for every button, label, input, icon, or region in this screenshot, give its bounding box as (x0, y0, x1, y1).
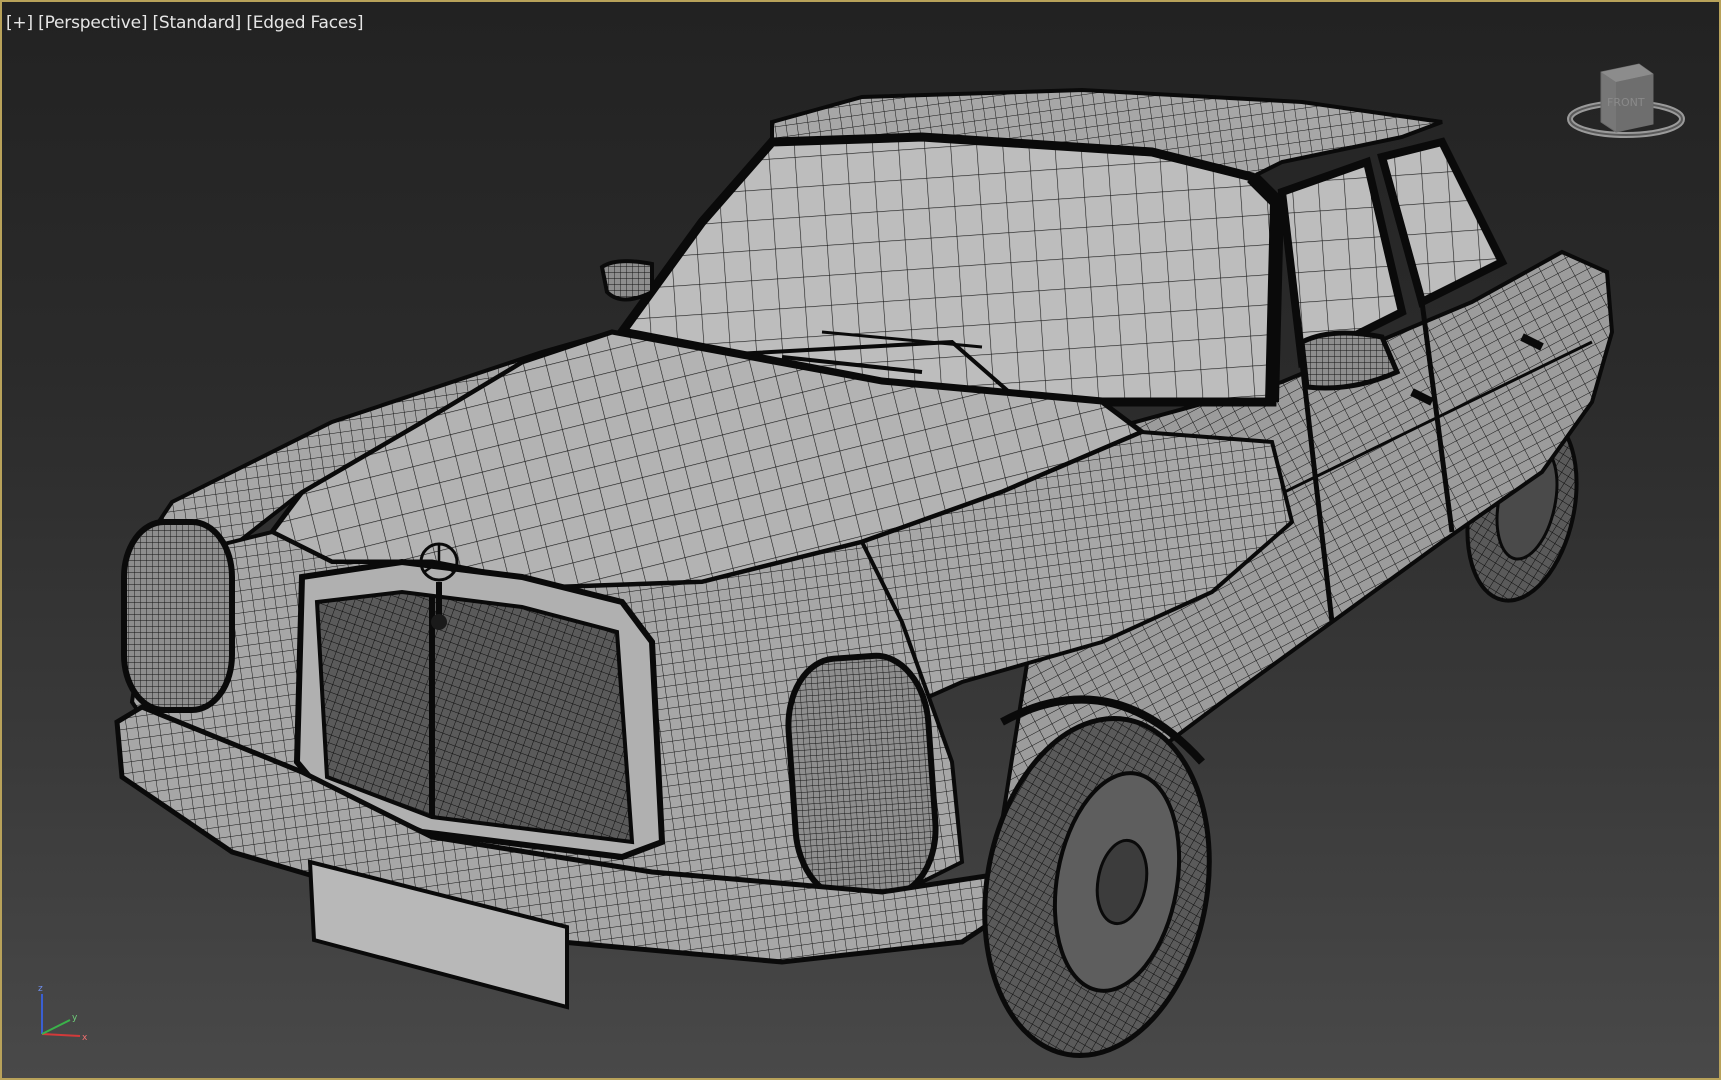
axis-z-label: z (38, 984, 43, 994)
right-mirror (1299, 330, 1401, 391)
car-wireframe-model[interactable] (2, 2, 1721, 1080)
side-window-rear (1377, 137, 1508, 308)
axis-x-line (41, 1033, 81, 1037)
left-headlight (121, 519, 235, 713)
axis-y-label: y (72, 1013, 78, 1023)
axis-tripod: z x y (28, 978, 98, 1048)
axis-x-label: x (82, 1033, 88, 1043)
left-mirror (599, 259, 654, 302)
axis-y-line (41, 1019, 71, 1035)
viewcube-face-label: FRONT (1607, 96, 1645, 109)
right-headlight (785, 652, 939, 902)
viewcube-widget[interactable]: FRONT (1561, 54, 1691, 154)
viewport-perspective[interactable]: [+] [Perspective] [Standard] [Edged Face… (0, 0, 1721, 1080)
